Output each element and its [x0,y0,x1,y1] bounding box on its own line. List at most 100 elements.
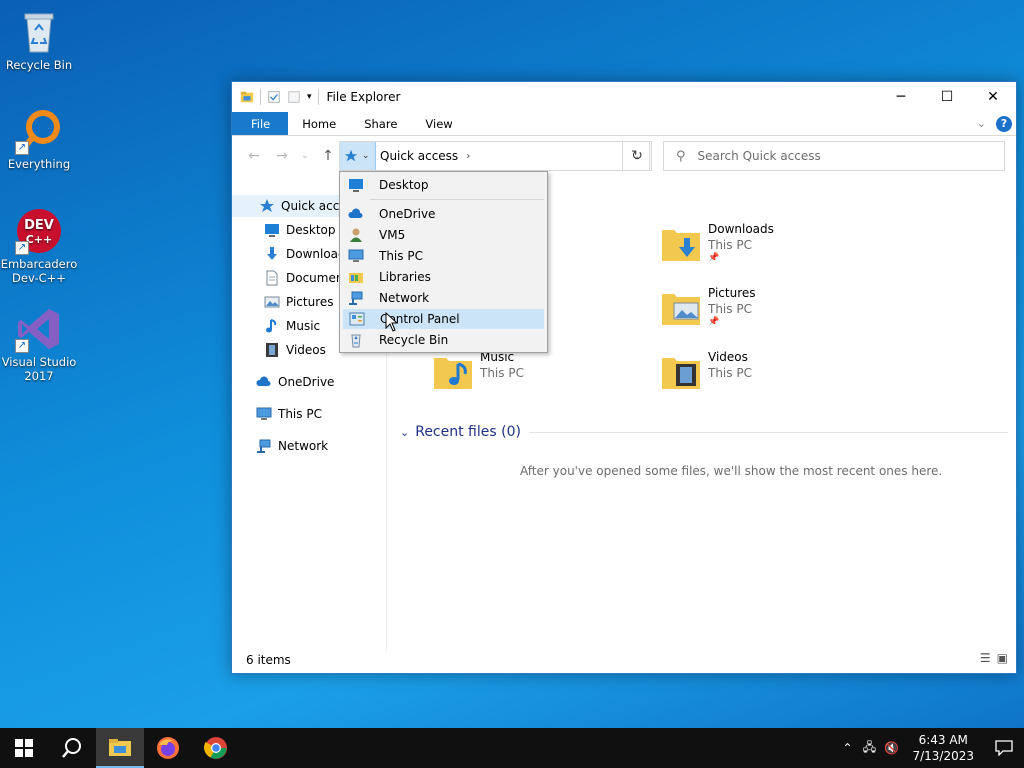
folder-tile-pictures[interactable]: Pictures This PC 📌 [660,286,756,327]
dropdown-item-label: Recycle Bin [379,333,449,347]
desktop-icon-everything[interactable]: ↗ Everything [0,107,78,171]
action-center-button[interactable] [984,728,1024,768]
recent-files-title: Recent files (0) [415,424,521,440]
minimize-button[interactable]: ─ [878,82,924,112]
sidebar-item-desktop[interactable]: Desktop [232,219,336,241]
chevron-down-icon: ⌄ [400,425,410,439]
recycle-bin-icon [15,8,63,56]
dropdown-item-this-pc[interactable]: This PC [343,246,544,266]
breadcrumb-quick-access[interactable]: Quick access [380,149,458,163]
desktop-icon-recycle-bin[interactable]: Recycle Bin [0,8,78,72]
taskbar-firefox[interactable] [144,728,192,768]
breadcrumb-chevron-icon[interactable]: › [466,151,470,162]
sidebar-item-onedrive[interactable]: OneDrive [232,371,334,393]
pictures-icon [264,296,280,308]
search-button[interactable] [48,728,96,768]
large-icons-view-icon[interactable]: ▣ [997,651,1008,665]
music-icon [266,319,277,333]
dropdown-item-network[interactable]: Network [343,288,544,308]
folder-tile-videos[interactable]: Videos This PC [660,350,752,390]
volume-muted-icon[interactable]: 🔇 [880,741,902,755]
show-hidden-icons-chevron-icon[interactable]: ⌃ [836,741,858,755]
sidebar-item-downloads[interactable]: Downloads [232,243,352,265]
maximize-button[interactable]: ☐ [924,82,970,112]
tab-share[interactable]: Share [350,112,411,135]
search-input[interactable]: Search Quick access [698,149,821,163]
desktop-icon-devcpp[interactable]: DEV C++ ↗ Embarcadero Dev-C++ [0,207,78,285]
sidebar-item-network[interactable]: Network [232,435,328,457]
up-button[interactable]: ↑ [316,144,340,168]
customize-toolbar-chevron-icon[interactable]: ▾ [307,92,312,102]
recent-files-header[interactable]: ⌄ Recent files (0) [400,424,1008,440]
sidebar-item-label: Desktop [286,223,336,237]
close-button[interactable]: ✕ [970,82,1016,112]
network-status-icon[interactable]: 🖧 [858,738,880,759]
tile-location: This PC [708,238,752,252]
address-bar[interactable]: ⌄ Quick access › ⌄ [339,141,650,171]
quick-access-toolbar: ▾ [240,89,319,105]
refresh-button[interactable]: ↻ [622,141,652,171]
dropdown-item-desktop[interactable]: Desktop [343,175,544,195]
clock-date: 7/13/2023 [912,749,974,763]
clock[interactable]: 6:43 AM 7/13/2023 [902,732,984,764]
taskbar-chrome[interactable] [192,728,240,768]
dropdown-item-label: OneDrive [379,207,436,221]
dropdown-item-label: Network [379,291,430,305]
videos-folder-icon [660,350,702,390]
taskbar-file-explorer[interactable] [96,728,144,768]
forward-arrow-icon: → [276,148,288,164]
dropdown-item-onedrive[interactable]: OneDrive [343,204,544,224]
documents-icon [266,270,278,286]
tile-name: Pictures [708,286,756,300]
recent-files-empty-message: After you've opened some files, we'll sh… [520,464,943,478]
tab-view[interactable]: View [411,112,466,135]
svg-text:C++: C++ [26,233,53,246]
view-toggle: ☰ ▣ [980,651,1008,665]
star-icon [260,199,274,212]
file-explorer-icon [109,739,131,756]
dropdown-separator [370,199,544,200]
sidebar-item-music[interactable]: Music [232,315,320,337]
address-location-dropdown: Desktop OneDrive VM5 This PC Libraries N… [339,171,548,353]
details-view-icon[interactable]: ☰ [980,651,991,665]
new-folder-icon[interactable] [287,90,301,104]
pc-icon [348,249,364,262]
desktop-icon-visual-studio[interactable]: ↗ Visual Studio 2017 [0,305,78,383]
window-title: File Explorer [326,90,401,104]
dropdown-item-vm5[interactable]: VM5 [343,225,544,245]
recent-locations-button[interactable]: ⌄ [298,144,312,168]
dropdown-item-control-panel[interactable]: Control Panel [343,309,544,329]
back-button[interactable]: ← [242,144,266,168]
back-arrow-icon: ← [248,148,260,164]
visual-studio-icon: ↗ [15,305,63,353]
sidebar-item-documents[interactable]: Documents [232,267,354,289]
forward-button[interactable]: → [270,144,294,168]
dropdown-item-label: Libraries [379,270,431,284]
title-bar[interactable]: ▾ File Explorer ─ ☐ ✕ [232,82,1016,112]
dropdown-item-label: Desktop [379,178,429,192]
desktop-icon [265,224,279,237]
help-button[interactable]: ? [996,115,1012,132]
tile-location: This PC [480,366,524,380]
sidebar-item-pictures[interactable]: Pictures [232,291,334,313]
tab-home[interactable]: Home [288,112,350,135]
folder-tile-music[interactable]: Music This PC [432,350,524,390]
sidebar-item-label: Videos [286,343,326,357]
close-icon: ✕ [987,89,999,105]
start-button[interactable] [0,728,48,768]
dropdown-item-libraries[interactable]: Libraries [343,267,544,287]
desktop-icon [349,179,363,192]
properties-icon[interactable] [267,90,281,104]
tab-file[interactable]: File [232,112,289,135]
folder-tile-downloads[interactable]: Downloads This PC 📌 [660,222,774,263]
user-icon [350,228,362,242]
sidebar-item-this-pc[interactable]: This PC [232,403,322,425]
maximize-icon: ☐ [940,89,954,105]
dropdown-item-recycle-bin[interactable]: Recycle Bin [343,330,544,350]
expand-ribbon-chevron-icon[interactable]: ⌄ [977,117,986,130]
sidebar-item-videos[interactable]: Videos [232,339,326,361]
search-box[interactable]: ⚲ Search Quick access [663,141,1005,171]
folder-app-icon [240,91,254,103]
address-location-button[interactable]: ⌄ [340,142,376,170]
desktop-icon-label: Recycle Bin [5,58,73,72]
